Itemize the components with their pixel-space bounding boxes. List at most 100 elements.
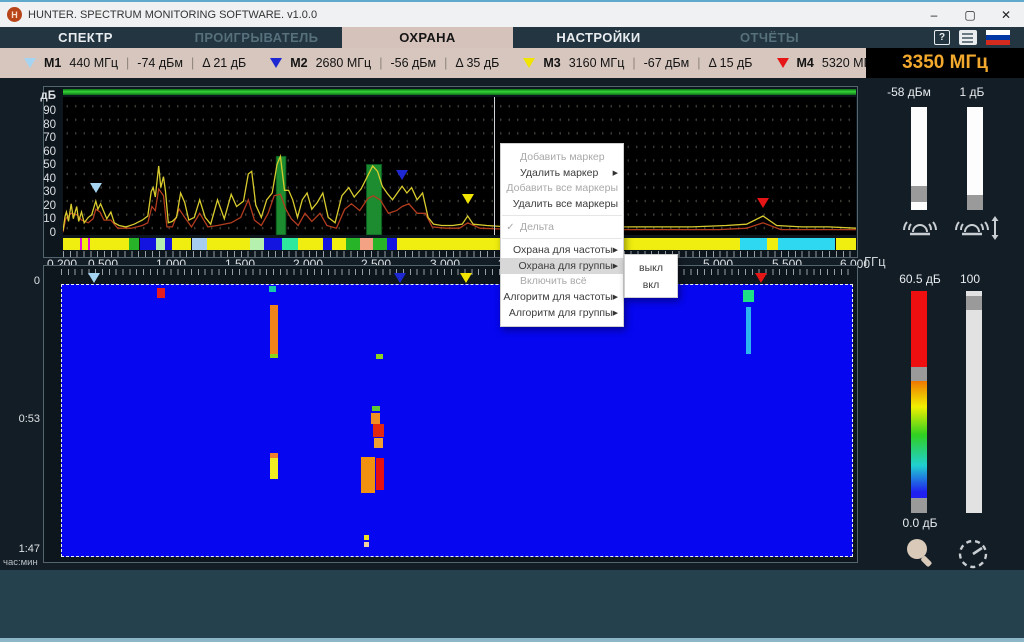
slider-handle[interactable] xyxy=(911,498,927,513)
separator: | xyxy=(444,56,447,70)
slider-handle[interactable] xyxy=(911,186,927,202)
y-axis-tick: 0 xyxy=(24,227,56,239)
menu-item[interactable]: Охрана для частоты▶ xyxy=(501,242,623,258)
waterfall-signal xyxy=(269,286,276,291)
close-button[interactable]: ✕ xyxy=(988,3,1024,26)
menu-item-label: Добавить маркер xyxy=(520,151,618,163)
tab-ohrana[interactable]: ОХРАНА xyxy=(342,27,513,48)
waterfall-signal xyxy=(364,535,370,540)
plot-marker-M4[interactable] xyxy=(757,198,769,208)
title-bar: H HUNTER. SPECTRUM MONITORING SOFTWARE. … xyxy=(0,0,1024,27)
waterfall-marker-M2[interactable] xyxy=(394,273,406,283)
maximize-button[interactable]: ▢ xyxy=(952,3,988,26)
slider-handle[interactable] xyxy=(966,296,982,310)
menu-item-label: Алгоритм для группы xyxy=(509,307,613,319)
frequency-band-segment xyxy=(192,238,207,250)
scale-max-label: 60.5 дБ xyxy=(888,272,952,286)
frequency-band-segment xyxy=(172,238,191,250)
y-axis-tick: 20 xyxy=(24,200,56,212)
y-axis-tick: 10 xyxy=(24,213,56,225)
tab-reports[interactable]: ОТЧЁТЫ xyxy=(684,27,855,48)
spectrum-y-axis: дБ9080706050403020100 xyxy=(24,96,56,234)
marker-frequency: 3160 МГц xyxy=(569,56,625,70)
plot-marker-M2[interactable] xyxy=(396,170,408,180)
waterfall-signal xyxy=(746,307,751,354)
waterfall-signal xyxy=(364,542,370,547)
menu-item: Добавить маркер xyxy=(501,149,623,165)
waterfall-marker-M4[interactable] xyxy=(755,273,767,283)
spectrum-panel xyxy=(43,86,858,258)
minimize-button[interactable]: – xyxy=(916,3,952,26)
help-icon[interactable]: ? xyxy=(934,30,950,45)
menu-item-label: Добавить все маркеры xyxy=(506,182,618,194)
menu-item-label: Охрана для частоты xyxy=(513,244,613,256)
tab-settings[interactable]: НАСТРОЙКИ xyxy=(513,27,684,48)
marker-id: M2 xyxy=(290,56,307,70)
waterfall-marker-M3[interactable] xyxy=(460,273,472,283)
magnifier-icon[interactable] xyxy=(903,536,937,570)
trace-max xyxy=(63,156,856,231)
y-axis-tick: 30 xyxy=(24,186,56,198)
frequency-band-segment xyxy=(360,238,374,250)
menu-item[interactable]: Алгоритм для группы▶ xyxy=(501,305,623,321)
color-scale-slider[interactable] xyxy=(911,291,927,513)
menu-item[interactable]: Алгоритм для частоты▶ xyxy=(501,289,623,305)
scale-red-zone xyxy=(911,291,927,367)
gauge-icon[interactable] xyxy=(955,536,991,570)
submenu-arrow-icon: ▶ xyxy=(613,293,618,301)
marker-id: M1 xyxy=(44,56,61,70)
marker-readout-M2[interactable]: M22680 МГц|-56 дБм|Δ 35 дБ xyxy=(270,56,499,70)
marker-level: -67 дБм xyxy=(644,56,690,70)
frequency-cursor-line[interactable] xyxy=(494,97,495,235)
menu-item-label: Дельта xyxy=(520,221,618,233)
frequency-band-segment xyxy=(90,238,128,250)
y-axis-tick: 90 xyxy=(24,105,56,117)
hysteresis-slider[interactable] xyxy=(967,107,983,210)
submenu-arrow-icon: ▶ xyxy=(613,309,618,317)
submenu-arrow-icon: ▶ xyxy=(613,169,618,177)
siren-range-icon[interactable] xyxy=(951,214,1005,242)
marker-readout-M1[interactable]: M1440 МГц|-74 дБм|Δ 21 дБ xyxy=(24,56,246,70)
tab-player[interactable]: ПРОИГРЫВАТЕЛЬ xyxy=(171,27,342,48)
plot-marker-M3[interactable] xyxy=(462,194,474,204)
submenu-item-вкл[interactable]: вкл xyxy=(625,276,677,293)
marker-level: -56 дБм xyxy=(390,56,436,70)
plot-marker-M1[interactable] xyxy=(90,183,102,193)
y-axis-tick: 40 xyxy=(24,173,56,185)
frequency-band-segment xyxy=(740,238,767,250)
spectrum-plot[interactable] xyxy=(63,97,856,235)
submenu-item-выкл[interactable]: выкл xyxy=(625,259,677,276)
tab-spektr[interactable]: СПЕКТР xyxy=(0,27,171,48)
frequency-band-strip[interactable] xyxy=(63,238,856,250)
y-axis-unit-label: дБ xyxy=(24,90,56,102)
threshold-slider[interactable] xyxy=(911,107,927,210)
app-logo-icon: H xyxy=(7,7,22,22)
marker-frequency: 440 МГц xyxy=(69,56,118,70)
context-submenu: выклвкл xyxy=(624,254,678,298)
waterfall-time-tick: 0 xyxy=(2,275,40,287)
frequency-band-segment xyxy=(264,238,282,250)
y-axis-tick: 80 xyxy=(24,119,56,131)
frequency-band-segment xyxy=(323,238,333,250)
language-flag-ru-icon[interactable] xyxy=(986,30,1010,45)
marker-id: M3 xyxy=(543,56,560,70)
waterfall-marker-M1[interactable] xyxy=(88,273,100,283)
manual-icon[interactable] xyxy=(959,30,977,45)
frequency-band-segment xyxy=(129,238,140,250)
menu-separator xyxy=(502,215,622,216)
slider-handle[interactable] xyxy=(911,367,927,381)
waterfall-display[interactable] xyxy=(61,284,853,557)
menu-item-label: Алгоритм для частоты xyxy=(503,291,612,303)
tab-bar: СПЕКТР ПРОИГРЫВАТЕЛЬ ОХРАНА НАСТРОЙКИ ОТ… xyxy=(0,27,1024,48)
frequency-band-segment xyxy=(63,238,80,250)
siren-icon[interactable] xyxy=(899,214,941,242)
frequency-band-segment xyxy=(207,238,251,250)
menu-item[interactable]: Удалить маркер▶ xyxy=(501,165,623,181)
slider-handle[interactable] xyxy=(967,195,983,210)
menu-item[interactable]: Удалить все маркеры xyxy=(501,196,623,212)
waterfall-signal xyxy=(376,354,383,359)
brightness-slider[interactable] xyxy=(966,291,982,513)
menu-item[interactable]: Охрана для группы▶ xyxy=(501,258,623,274)
marker-delta: Δ 15 дБ xyxy=(709,56,753,70)
marker-readout-M3[interactable]: M33160 МГц|-67 дБм|Δ 15 дБ xyxy=(523,56,752,70)
